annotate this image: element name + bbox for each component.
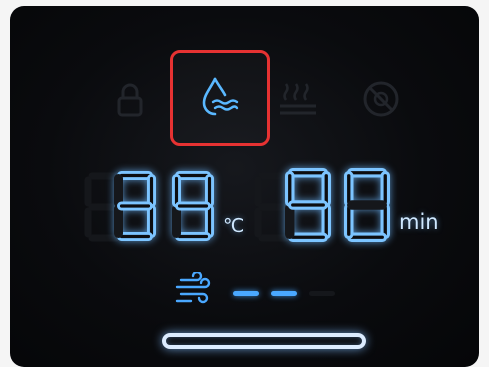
temperature-digit-ones	[172, 171, 214, 241]
temperature-digit-tens	[114, 171, 156, 241]
progress-bar	[162, 333, 366, 349]
no-symbol-icon	[363, 81, 399, 117]
wind-icon	[175, 272, 211, 304]
fan-level-bar-1	[233, 291, 259, 296]
steam-wave-icon	[280, 83, 316, 115]
water-drop-wave-icon[interactable]	[199, 75, 243, 123]
temperature-unit: ℃	[223, 215, 245, 237]
water-mode-highlight[interactable]	[170, 50, 270, 146]
fan-level-bar-2	[271, 291, 297, 296]
timer-digit-ones	[344, 168, 390, 242]
fan-level-bar-3	[309, 291, 335, 296]
timer-unit: min	[399, 210, 439, 234]
control-panel-display: ℃ min	[10, 6, 479, 367]
timer-digit-tens	[285, 168, 331, 242]
lock-icon	[117, 83, 143, 117]
